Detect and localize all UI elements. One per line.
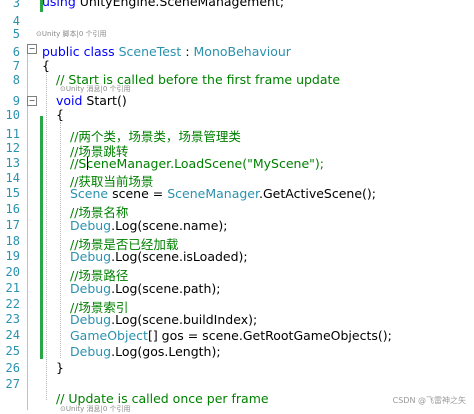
- keyword: public: [42, 44, 80, 59]
- type-name: Debug: [70, 281, 112, 296]
- code-line-get-root-objects[interactable]: GameObject[] gos = scene.GetRootGameObje…: [70, 328, 392, 343]
- keyword: using: [42, 0, 76, 9]
- punctuation: :: [181, 44, 194, 59]
- code-line-using[interactable]: using UnityEngine.SceneManagement;: [42, 0, 284, 9]
- code-editor[interactable]: 3 4 5 6 7 8 9 10 11 12 13 14 15 16 17 18…: [0, 0, 474, 413]
- collapse-icon[interactable]: −: [27, 44, 37, 54]
- type-name: Debug: [70, 249, 112, 264]
- indent-guide: [46, 70, 47, 400]
- line-number: 26: [5, 361, 20, 375]
- line-number: 6: [12, 45, 20, 59]
- code-line-debug-log[interactable]: Debug.Log(scene.path);: [70, 281, 220, 296]
- line-number: 18: [5, 234, 20, 248]
- indent-guide: [60, 122, 61, 358]
- code-text: .GetActiveScene();: [258, 186, 376, 201]
- line-number: 3: [12, 0, 20, 10]
- type-name: GameObject: [70, 328, 148, 343]
- line-number: 10: [5, 108, 20, 122]
- outline-guide: [27, 54, 28, 410]
- line-number: 8: [12, 73, 20, 87]
- text-cursor: [87, 157, 88, 170]
- line-number: 19: [5, 249, 20, 263]
- type-name: Scene: [70, 186, 109, 201]
- watermark: CSDN @飞雷神之矢: [392, 396, 466, 405]
- code-line-get-active-scene[interactable]: Scene scene = SceneManager.GetActiveScen…: [70, 186, 376, 201]
- line-number: 27: [5, 377, 20, 391]
- code-text: .Log(scene.buildIndex);: [111, 312, 258, 327]
- line-number: 5: [12, 27, 20, 41]
- method-signature: Start(): [82, 93, 127, 108]
- type-name: Debug: [70, 344, 112, 359]
- code-line-brace[interactable]: {: [42, 58, 50, 73]
- line-number: 15: [5, 186, 20, 200]
- code-line-debug-log[interactable]: Debug.Log(scene.isLoaded);: [70, 249, 248, 264]
- code-text: [] gos = scene.GetRootGameObjects();: [147, 328, 392, 343]
- namespace: UnityEngine.SceneManagement;: [75, 0, 285, 9]
- code-text: .Log(scene.isLoaded);: [111, 249, 248, 264]
- code-line-class-decl[interactable]: public class SceneTest : MonoBehaviour: [42, 44, 291, 59]
- line-number: 16: [5, 202, 20, 216]
- line-number: 20: [5, 265, 20, 279]
- collapse-icon[interactable]: −: [27, 96, 37, 106]
- change-indicator: [40, 116, 43, 359]
- code-line-comment[interactable]: //SceneManager.LoadScene("MyScene");: [70, 156, 324, 171]
- line-number: 25: [5, 344, 20, 358]
- type-name: Debug: [70, 312, 112, 327]
- code-text: scene =: [108, 186, 168, 201]
- line-number: 4: [12, 14, 20, 28]
- line-number: 11: [5, 127, 20, 141]
- line-number: 23: [5, 312, 20, 326]
- code-text: .Log(gos.Length);: [111, 344, 221, 359]
- codelens-references[interactable]: ⊙Unity 脚本|0 个引用: [36, 29, 107, 39]
- type-name: Debug: [70, 218, 112, 233]
- code-line-debug-log[interactable]: Debug.Log(scene.name);: [70, 218, 228, 233]
- class-name: SceneTest: [118, 44, 182, 59]
- line-number: 17: [5, 218, 20, 232]
- keyword: void: [56, 93, 83, 108]
- line-number: 24: [5, 328, 20, 342]
- type-name: SceneManager: [167, 186, 259, 201]
- base-class-name: MonoBehaviour: [193, 44, 291, 59]
- code-text: .Log(scene.name);: [111, 218, 228, 233]
- line-number: 12: [5, 141, 20, 155]
- code-line-start-method[interactable]: void Start(): [56, 93, 127, 108]
- code-text: .Log(scene.path);: [111, 281, 221, 296]
- line-number: 9: [12, 94, 20, 108]
- codelens-references[interactable]: ⊙Unity 消息|0 个引用: [60, 404, 131, 414]
- line-number: 22: [5, 297, 20, 311]
- line-number: 21: [5, 281, 20, 295]
- line-number: 7: [12, 59, 20, 73]
- line-number: 14: [5, 171, 20, 185]
- code-line-debug-log[interactable]: Debug.Log(gos.Length);: [70, 344, 221, 359]
- keyword: class: [79, 44, 119, 59]
- code-line-brace[interactable]: }: [56, 360, 64, 375]
- code-line-debug-log[interactable]: Debug.Log(scene.buildIndex);: [70, 312, 257, 327]
- line-number: 13: [5, 156, 20, 170]
- code-line-brace[interactable]: {: [56, 107, 64, 122]
